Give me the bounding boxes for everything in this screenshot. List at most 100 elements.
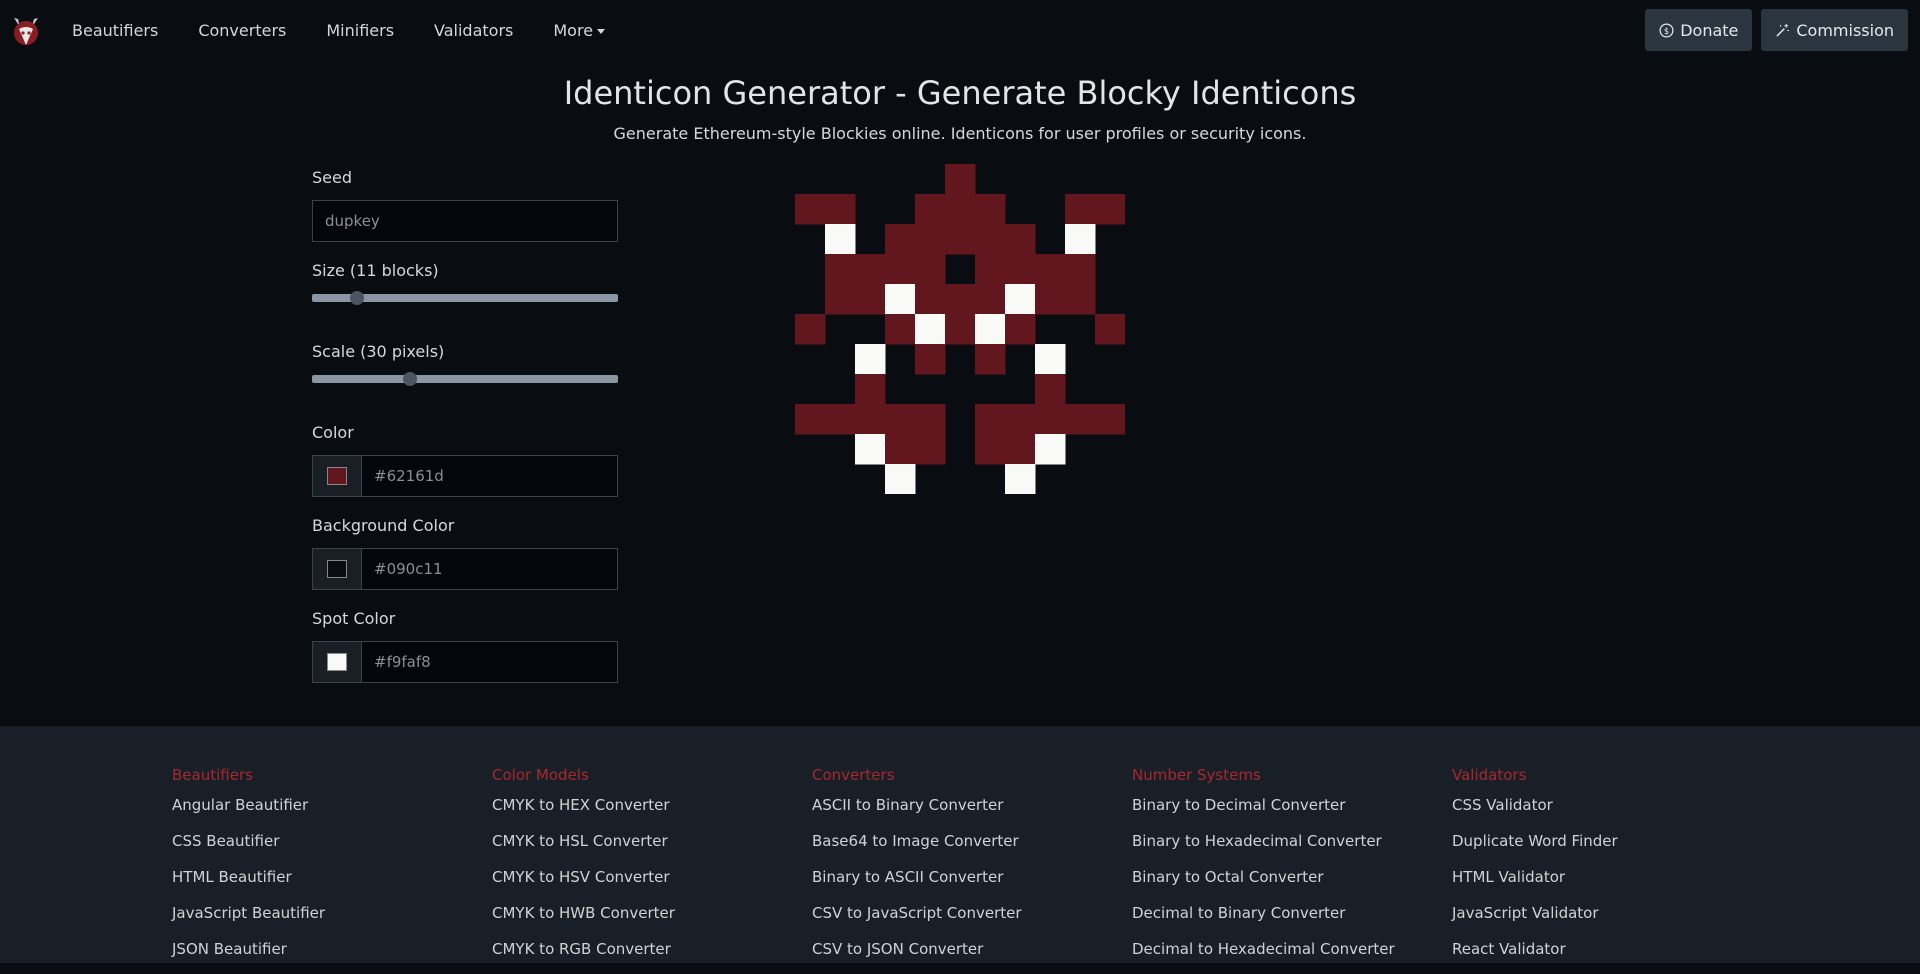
background-color-input[interactable]: #090c11 xyxy=(362,549,617,589)
footer-link[interactable]: Decimal to Binary Converter xyxy=(1132,902,1395,938)
footer-link[interactable]: CMYK to HWB Converter xyxy=(492,902,675,938)
footer-link[interactable]: Decimal to Hexadecimal Converter xyxy=(1132,938,1395,974)
footer-link[interactable]: Binary to Hexadecimal Converter xyxy=(1132,830,1395,866)
logo-icon[interactable] xyxy=(10,15,42,47)
identicon-block xyxy=(1065,404,1096,435)
size-slider[interactable] xyxy=(312,291,618,305)
background-color-label: Background Color xyxy=(312,516,455,535)
footer-link[interactable]: CMYK to HSL Converter xyxy=(492,830,675,866)
identicon-block xyxy=(1005,224,1036,255)
identicon-block xyxy=(855,374,886,405)
footer-link[interactable]: CMYK to HEX Converter xyxy=(492,794,675,830)
nav-more-label: More xyxy=(553,20,594,40)
page-subtitle: Generate Ethereum-style Blockies online.… xyxy=(613,124,1307,143)
footer-link[interactable]: CMYK to HSV Converter xyxy=(492,866,675,902)
spot-color-picker[interactable] xyxy=(313,642,362,682)
footer-link[interactable]: CSV to JavaScript Converter xyxy=(812,902,1022,938)
identicon-block xyxy=(885,314,916,345)
footer-link[interactable]: HTML Validator xyxy=(1452,866,1618,902)
identicon-spot-block xyxy=(1035,344,1066,375)
footer-link[interactable]: ASCII to Binary Converter xyxy=(812,794,1022,830)
spot-color-input[interactable]: #f9faf8 xyxy=(362,642,617,682)
identicon-block xyxy=(975,434,1006,465)
footer-column-color-models: Color Models CMYK to HEX Converter CMYK … xyxy=(492,766,675,974)
scale-label: Scale (30 pixels) xyxy=(312,342,445,361)
identicon-block xyxy=(855,254,886,285)
identicon-block xyxy=(975,404,1006,435)
spot-color-label: Spot Color xyxy=(312,609,396,628)
nav-more[interactable]: More xyxy=(553,20,606,40)
identicon-block xyxy=(795,314,826,345)
footer-link[interactable]: Binary to ASCII Converter xyxy=(812,866,1022,902)
spot-color-field: #f9faf8 xyxy=(312,641,618,683)
identicon-block xyxy=(945,194,976,225)
spot-color-swatch xyxy=(327,653,347,671)
identicon-block xyxy=(945,314,976,345)
identicon-block xyxy=(1095,404,1125,435)
identicon-block xyxy=(1065,284,1096,315)
magic-wand-icon xyxy=(1776,23,1790,37)
navbar: Beautifiers Converters Minifiers Validat… xyxy=(0,0,1920,60)
identicon-block xyxy=(945,164,976,195)
donate-label: Donate xyxy=(1680,20,1739,40)
footer-heading: Beautifiers xyxy=(172,766,253,784)
identicon-block xyxy=(885,224,916,255)
footer-link[interactable]: Duplicate Word Finder xyxy=(1452,830,1618,866)
caret-down-icon xyxy=(597,28,606,34)
footer-link[interactable]: JavaScript Beautifier xyxy=(172,902,325,938)
identicon-block xyxy=(945,224,976,255)
footer-link[interactable]: JSON Beautifier xyxy=(172,938,325,974)
footer-link[interactable]: HTML Beautifier xyxy=(172,866,325,902)
settings-form: Seed dupkey Size (11 blocks) Scale (30 p… xyxy=(312,168,618,683)
identicon-block xyxy=(855,404,886,435)
nav-minifiers[interactable]: Minifiers xyxy=(326,21,394,40)
nav-validators[interactable]: Validators xyxy=(434,21,513,40)
color-picker[interactable] xyxy=(313,456,362,496)
identicon-block xyxy=(975,254,1006,285)
identicon-spot-block xyxy=(885,464,916,494)
footer-column-number-systems: Number Systems Binary to Decimal Convert… xyxy=(1132,766,1395,974)
identicon-block xyxy=(795,404,826,435)
identicon-block xyxy=(1035,404,1066,435)
footer-link[interactable]: Binary to Octal Converter xyxy=(1132,866,1395,902)
identicon-block xyxy=(915,224,946,255)
footer-link[interactable]: CSS Beautifier xyxy=(172,830,325,866)
scale-slider[interactable] xyxy=(312,372,618,386)
color-field: #62161d xyxy=(312,455,618,497)
footer-link[interactable]: React Validator xyxy=(1452,938,1618,974)
identicon-block xyxy=(1005,254,1036,285)
identicon-block xyxy=(915,284,946,315)
footer-link[interactable]: Angular Beautifier xyxy=(172,794,325,830)
footer-link[interactable]: Base64 to Image Converter xyxy=(812,830,1022,866)
footer-link[interactable]: CSV to JSON Converter xyxy=(812,938,1022,974)
identicon-spot-block xyxy=(1005,464,1036,494)
color-input[interactable]: #62161d xyxy=(362,456,617,496)
identicon-spot-block xyxy=(1035,434,1066,465)
identicon-block xyxy=(915,344,946,375)
footer-link[interactable]: CSS Validator xyxy=(1452,794,1618,830)
nav-converters[interactable]: Converters xyxy=(198,21,286,40)
background-color-picker[interactable] xyxy=(313,549,362,589)
identicon-spot-block xyxy=(1065,224,1096,255)
footer-link[interactable]: CMYK to RGB Converter xyxy=(492,938,675,974)
identicon-block xyxy=(945,284,976,315)
commission-button[interactable]: Commission xyxy=(1761,9,1908,51)
identicon-block xyxy=(885,404,916,435)
footer: Beautifiers Angular Beautifier CSS Beaut… xyxy=(0,726,1920,963)
footer-heading: Number Systems xyxy=(1132,766,1261,784)
color-label: Color xyxy=(312,423,354,442)
background-color-swatch xyxy=(327,560,347,578)
footer-link[interactable]: Binary to Decimal Converter xyxy=(1132,794,1395,830)
size-label: Size (11 blocks) xyxy=(312,261,439,280)
identicon-block xyxy=(1095,314,1125,345)
identicon-spot-block xyxy=(975,314,1006,345)
seed-input[interactable]: dupkey xyxy=(312,200,618,242)
size-slider-thumb[interactable] xyxy=(349,291,364,305)
identicon-spot-block xyxy=(915,314,946,345)
identicon-block xyxy=(1005,314,1036,345)
nav-beautifiers[interactable]: Beautifiers xyxy=(72,21,158,40)
footer-link[interactable]: JavaScript Validator xyxy=(1452,902,1618,938)
identicon-block xyxy=(975,284,1006,315)
scale-slider-thumb[interactable] xyxy=(402,372,417,386)
donate-button[interactable]: $ Donate xyxy=(1645,9,1753,51)
